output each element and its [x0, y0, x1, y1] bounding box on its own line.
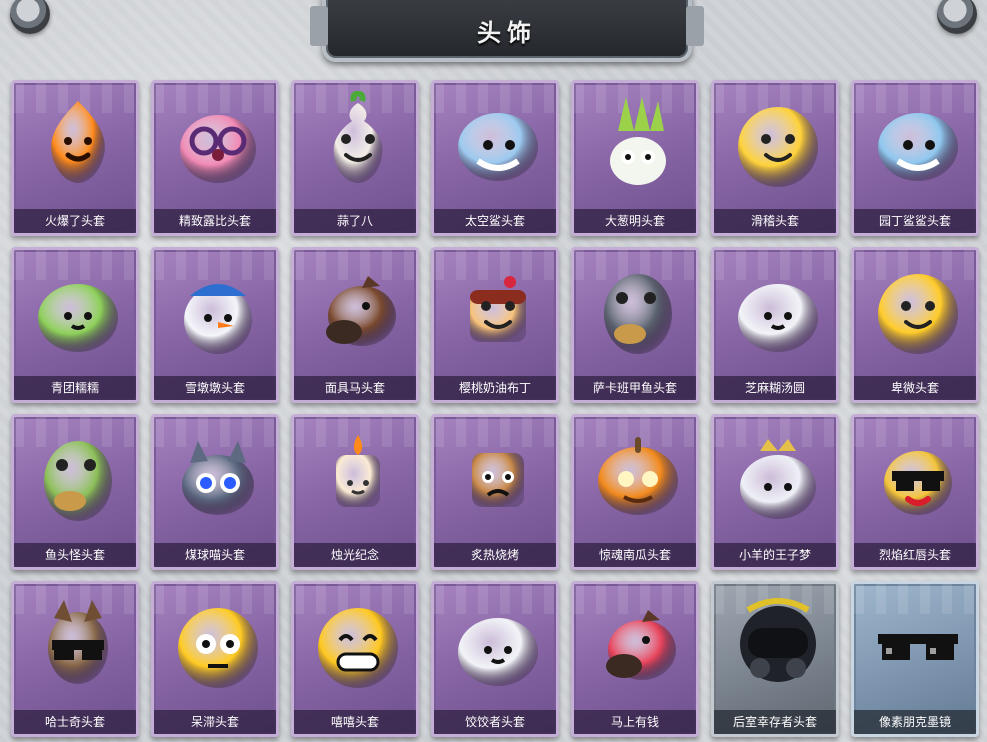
headwear-item-card[interactable]: 青团糯糯: [11, 247, 139, 403]
headwear-item-card[interactable]: 卑微头套: [851, 247, 979, 403]
headwear-item-card[interactable]: 烛光纪念: [291, 414, 419, 570]
headwear-item-card[interactable]: 像素朋克墨镜: [851, 581, 979, 737]
headwear-item-card[interactable]: 哈士奇头套: [11, 581, 139, 737]
page-title: 头饰: [477, 18, 537, 47]
headwear-item-label: 烈焰红唇头套: [854, 543, 976, 567]
headwear-item-label: 后室幸存者头套: [714, 710, 836, 734]
headwear-item-card[interactable]: 火爆了头套: [11, 80, 139, 236]
headwear-item-card[interactable]: 芝麻糊汤圆: [711, 247, 839, 403]
headwear-item-card[interactable]: 惊魂南瓜头套: [571, 414, 699, 570]
header-banner: 头饰: [310, 0, 704, 62]
headwear-item-label: 芝麻糊汤圆: [714, 376, 836, 400]
headwear-grid: 火爆了头套 精致露比头套 蒜了八 太空鲨头套 大葱明头套 滑稽头套 园丁鲨鲨头套…: [11, 80, 979, 737]
headwear-item-card[interactable]: 饺饺者头套: [431, 581, 559, 737]
headwear-item-label: 像素朋克墨镜: [854, 710, 976, 734]
headwear-item-card[interactable]: 煤球喵头套: [151, 414, 279, 570]
headwear-item-label: 呆滞头套: [154, 710, 276, 734]
headwear-item-label: 太空鲨头套: [434, 209, 556, 233]
headwear-item-card[interactable]: 大葱明头套: [571, 80, 699, 236]
headwear-item-label: 雪墩墩头套: [154, 376, 276, 400]
headwear-item-label: 园丁鲨鲨头套: [854, 209, 976, 233]
headwear-item-card[interactable]: 小羊的王子梦: [711, 414, 839, 570]
headwear-item-label: 炙热烧烤: [434, 543, 556, 567]
headwear-item-card[interactable]: 蒜了八: [291, 80, 419, 236]
headwear-item-label: 蒜了八: [294, 209, 416, 233]
headwear-item-label: 大葱明头套: [574, 209, 696, 233]
headwear-item-card[interactable]: 樱桃奶油布丁: [431, 247, 559, 403]
headwear-item-card[interactable]: 嘻嘻头套: [291, 581, 419, 737]
headwear-item-card[interactable]: 面具马头套: [291, 247, 419, 403]
headwear-item-card[interactable]: 马上有钱: [571, 581, 699, 737]
headwear-item-card[interactable]: 呆滞头套: [151, 581, 279, 737]
headwear-item-label: 青团糯糯: [14, 376, 136, 400]
headwear-item-label: 精致露比头套: [154, 209, 276, 233]
headwear-item-label: 火爆了头套: [14, 209, 136, 233]
headwear-item-card[interactable]: 精致露比头套: [151, 80, 279, 236]
headwear-item-label: 马上有钱: [574, 710, 696, 734]
headwear-item-label: 面具马头套: [294, 376, 416, 400]
headwear-item-label: 樱桃奶油布丁: [434, 376, 556, 400]
headwear-item-card[interactable]: 后室幸存者头套: [711, 581, 839, 737]
headwear-item-label: 煤球喵头套: [154, 543, 276, 567]
corner-bolt-right: [937, 0, 977, 34]
headwear-item-label: 鱼头怪头套: [14, 543, 136, 567]
headwear-item-card[interactable]: 园丁鲨鲨头套: [851, 80, 979, 236]
headwear-item-card[interactable]: 鱼头怪头套: [11, 414, 139, 570]
headwear-item-card[interactable]: 滑稽头套: [711, 80, 839, 236]
headwear-item-label: 萨卡班甲鱼头套: [574, 376, 696, 400]
headwear-item-card[interactable]: 萨卡班甲鱼头套: [571, 247, 699, 403]
headwear-item-label: 嘻嘻头套: [294, 710, 416, 734]
headwear-item-card[interactable]: 雪墩墩头套: [151, 247, 279, 403]
headwear-item-card[interactable]: 烈焰红唇头套: [851, 414, 979, 570]
headwear-item-label: 饺饺者头套: [434, 710, 556, 734]
headwear-item-label: 惊魂南瓜头套: [574, 543, 696, 567]
headwear-item-label: 滑稽头套: [714, 209, 836, 233]
headwear-item-label: 小羊的王子梦: [714, 543, 836, 567]
headwear-item-card[interactable]: 太空鲨头套: [431, 80, 559, 236]
corner-bolt-left: [10, 0, 50, 34]
headwear-item-label: 烛光纪念: [294, 543, 416, 567]
headwear-item-label: 哈士奇头套: [14, 710, 136, 734]
headwear-item-label: 卑微头套: [854, 376, 976, 400]
headwear-item-card[interactable]: 炙热烧烤: [431, 414, 559, 570]
